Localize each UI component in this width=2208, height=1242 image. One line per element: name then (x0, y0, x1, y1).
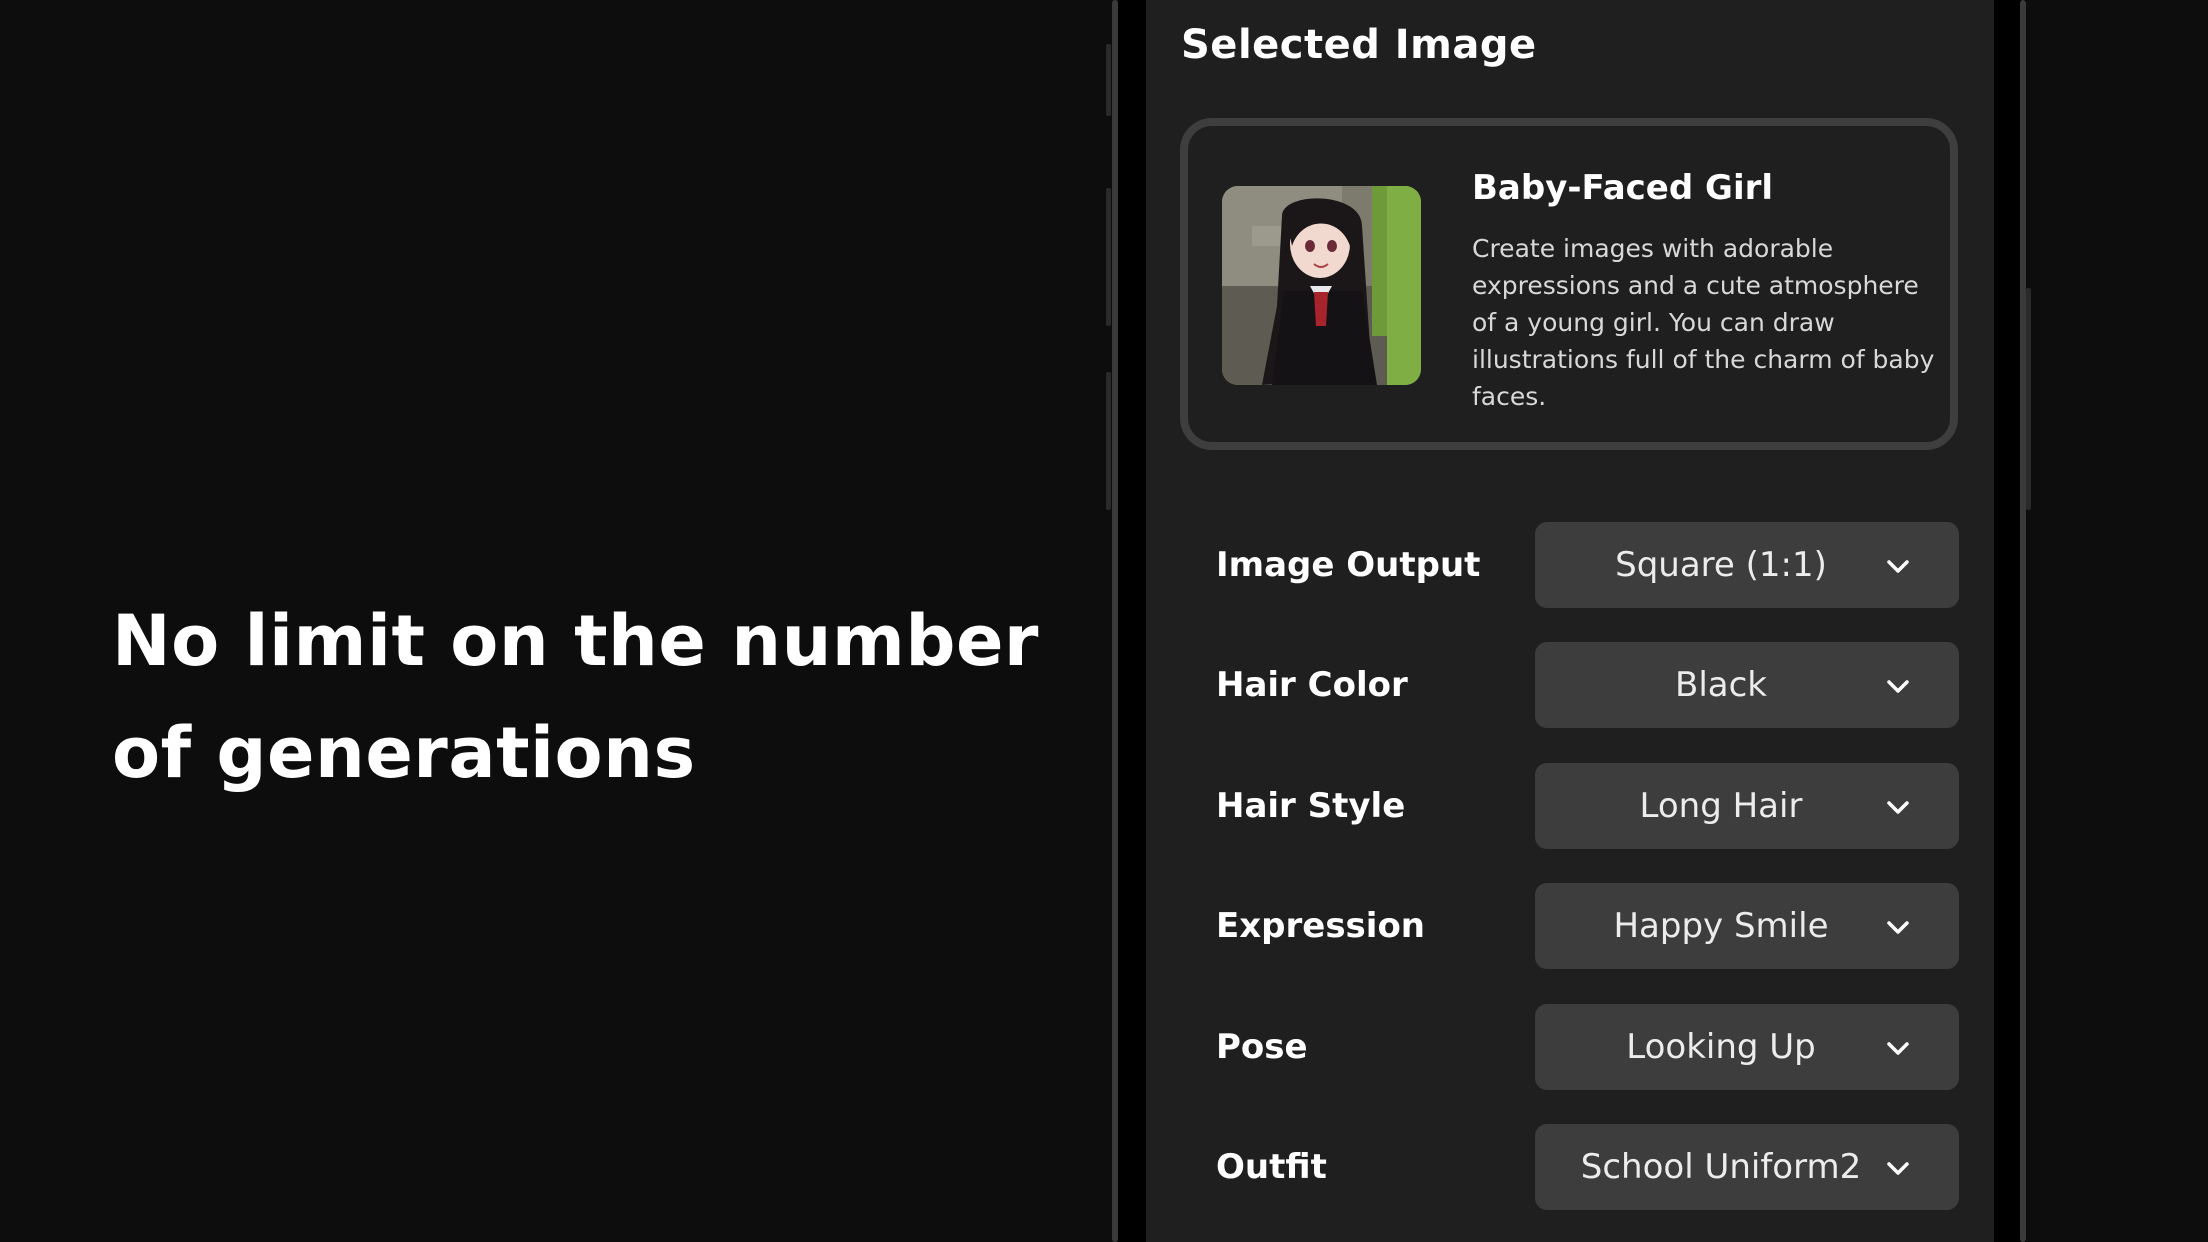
dropdown-expression[interactable]: Happy Smile (1535, 883, 1959, 969)
chevron-down-icon (1887, 921, 1909, 934)
dropdown-value: Looking Up (1626, 1027, 1816, 1067)
chevron-down-icon (1887, 1162, 1909, 1175)
chevron-down-icon (1887, 801, 1909, 814)
card-description: Create images with adorable expressions … (1472, 234, 1935, 411)
section-title: Selected Image (1181, 22, 1537, 68)
phone-side-button (1106, 372, 1111, 510)
chevron-down-icon (1887, 680, 1909, 693)
dropdown-value: Happy Smile (1613, 906, 1829, 946)
dropdown-image-output[interactable]: Square (1:1) (1535, 522, 1959, 608)
dropdown-value: Long Hair (1639, 786, 1803, 826)
setting-label-pose: Pose (1216, 1027, 1308, 1067)
setting-label-outfit: Outfit (1216, 1147, 1327, 1187)
style-thumbnail (1222, 186, 1421, 385)
phone-frame-right (2020, 0, 2026, 1242)
dropdown-value: Square (1:1) (1615, 545, 1827, 585)
dropdown-hair-color[interactable]: Black (1535, 642, 1959, 728)
anime-girl-thumbnail-image (1222, 186, 1421, 385)
dropdown-outfit[interactable]: School Uniform2 (1535, 1124, 1959, 1210)
setting-label-expression: Expression (1216, 906, 1426, 946)
dropdown-value: Black (1675, 665, 1767, 705)
card-title: Baby-Faced Girl (1472, 168, 1774, 208)
dropdown-pose[interactable]: Looking Up (1535, 1004, 1959, 1090)
stage: No limit on the number of generations Se… (0, 0, 2208, 1242)
setting-label-hair-color: Hair Color (1216, 665, 1408, 705)
promo-headline: No limit on the number of generations (112, 600, 1039, 794)
phone-screen: Selected Image Baby-Faced Girl Create im… (1146, 0, 1994, 1242)
setting-label-hair-style: Hair Style (1216, 786, 1406, 826)
chevron-down-icon (1887, 1042, 1909, 1055)
selected-image-card[interactable]: Baby-Faced Girl Create images with adora… (1180, 118, 1958, 450)
setting-label-image-output: Image Output (1216, 545, 1481, 585)
chevron-down-icon (1887, 560, 1909, 573)
phone-side-button (1106, 188, 1111, 326)
phone-side-button (1106, 44, 1111, 116)
phone-power-button (2026, 288, 2031, 510)
dropdown-hair-style[interactable]: Long Hair (1535, 763, 1959, 849)
dropdown-value: School Uniform2 (1580, 1147, 1862, 1187)
